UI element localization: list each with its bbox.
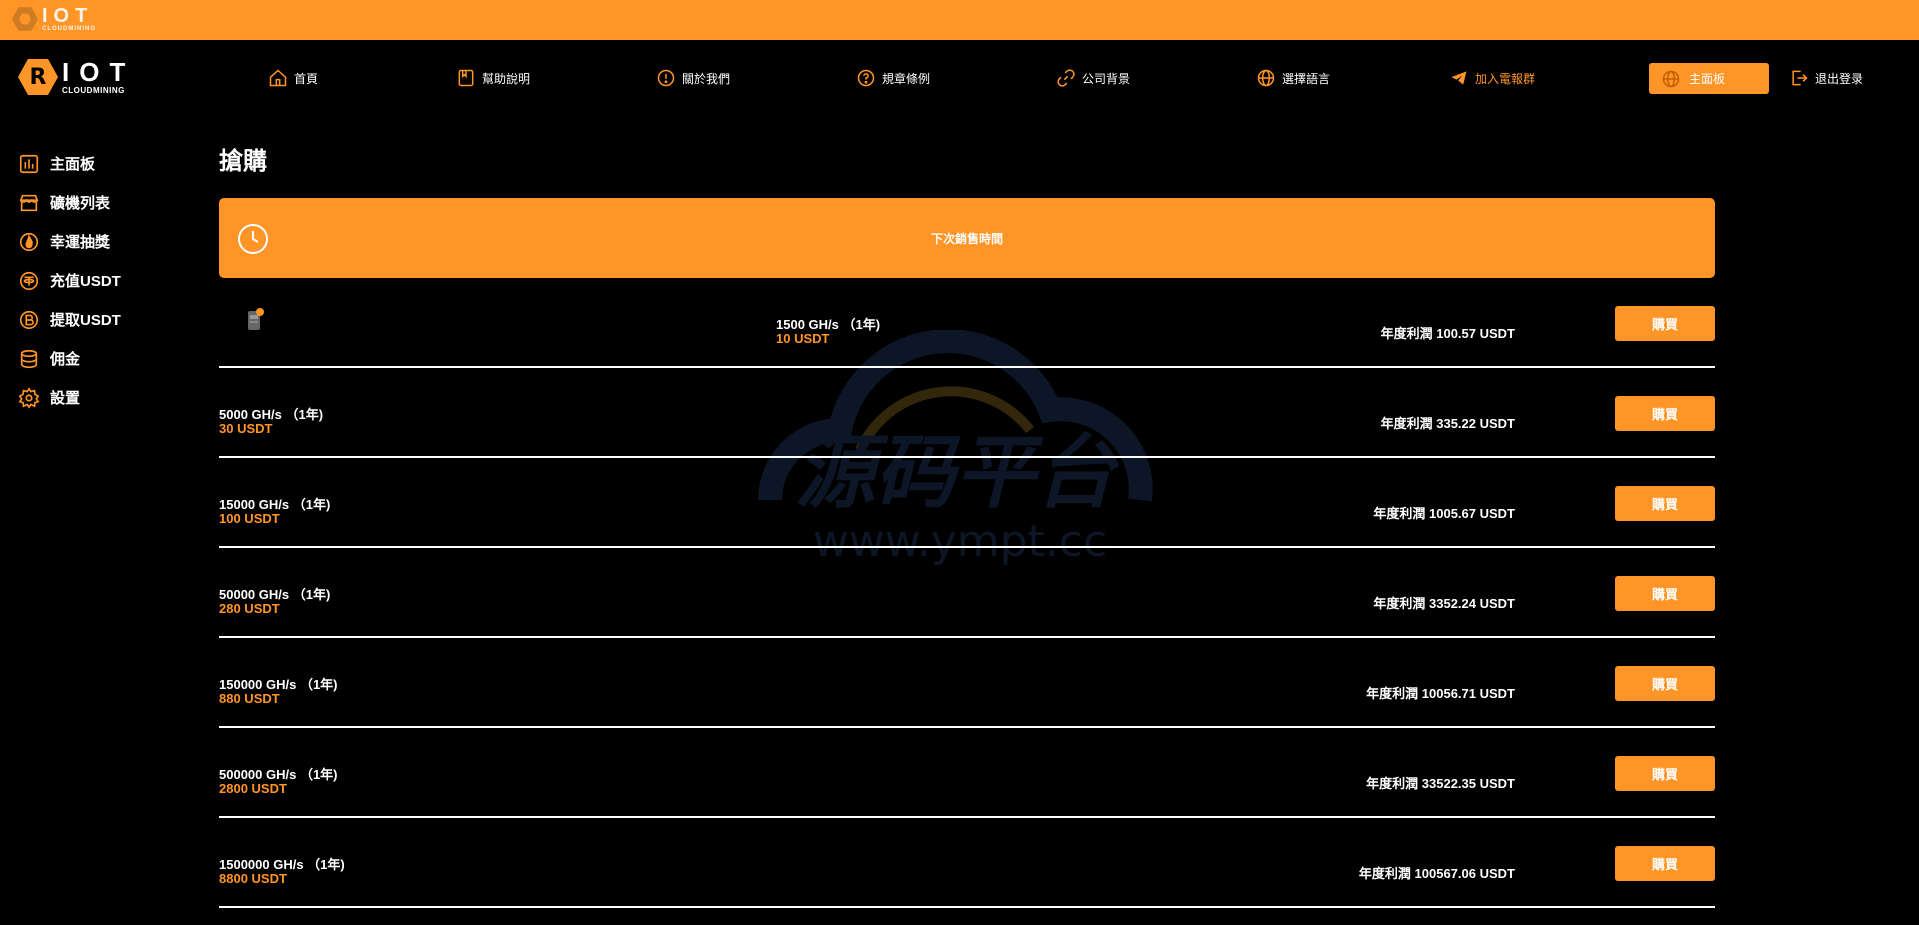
logout-link[interactable]: 退出登录: [1789, 67, 1863, 89]
store-icon: [18, 192, 40, 214]
price-text: 8800 USDT: [219, 871, 287, 886]
home-icon: [268, 68, 288, 88]
sale-timer-banner: 下次銷售時間: [219, 198, 1715, 278]
buy-button[interactable]: 購買: [1615, 756, 1715, 791]
link-icon: [1056, 68, 1076, 88]
sidebar-item-label: 幸運抽獎: [50, 231, 110, 252]
nav-about-label: 關於我們: [682, 70, 730, 87]
sidebar-item-withdraw[interactable]: 提取USDT: [18, 300, 198, 339]
gear-icon: [18, 387, 40, 409]
sidebar-item-miners[interactable]: 礦機列表: [18, 183, 198, 222]
nav-rules[interactable]: 規章條例: [856, 67, 930, 89]
top-logo-sub: CLOUDMINING: [42, 26, 96, 32]
sidebar-item-label: 礦機列表: [50, 192, 110, 213]
sidebar-item-commission[interactable]: 佣金: [18, 339, 198, 378]
sidebar-item-deposit[interactable]: 充值USDT: [18, 261, 198, 300]
logout-label: 退出登录: [1815, 70, 1863, 87]
header: R IOT CLOUDMINING 首頁 幫助說明 關於我們 規章條例 公司背景…: [0, 40, 1919, 116]
buy-button[interactable]: 購買: [1615, 486, 1715, 521]
nav-company[interactable]: 公司背景: [1056, 67, 1130, 89]
nav-telegram[interactable]: 加入電報群: [1449, 67, 1535, 89]
top-logo[interactable]: IOT CLOUDMINING: [12, 6, 96, 32]
product-row: 1500000 GH/s （1年) 8800 USDT 年度利潤 100567.…: [219, 818, 1715, 908]
page-title: 搶購: [219, 144, 1715, 180]
product-row: 150000 GH/s （1年) 880 USDT 年度利潤 10056.71 …: [219, 638, 1715, 728]
annual-profit-text: 年度利潤 1005.67 USDT: [1373, 503, 1515, 522]
buy-button[interactable]: 購買: [1615, 576, 1715, 611]
logo-subtext: CLOUDMINING: [62, 87, 135, 95]
sidebar-item-label: 設置: [50, 387, 80, 408]
flame-icon: [18, 231, 40, 253]
nav-language-label: 選擇語言: [1282, 70, 1330, 87]
annual-profit-text: 年度利潤 3352.24 USDT: [1373, 593, 1515, 612]
sidebar-item-label: 充值USDT: [50, 270, 121, 291]
tether-icon: [18, 270, 40, 292]
sidebar-item-label: 佣金: [50, 348, 80, 369]
nav-home[interactable]: 首頁: [268, 67, 318, 89]
sidebar-item-settings[interactable]: 設置: [18, 378, 198, 417]
sidebar-item-dashboard[interactable]: 主面板: [18, 144, 198, 183]
buy-button[interactable]: 購買: [1615, 846, 1715, 881]
logout-icon: [1789, 68, 1809, 88]
buy-button[interactable]: 購買: [1615, 666, 1715, 701]
info-circle-icon: [656, 68, 676, 88]
product-row: 15000 GH/s （1年) 100 USDT 年度利潤 1005.67 US…: [219, 458, 1715, 548]
nav-help-label: 幫助說明: [482, 70, 530, 87]
annual-profit-text: 年度利潤 10056.71 USDT: [1366, 683, 1515, 702]
annual-profit-text: 年度利潤 100.57 USDT: [1381, 323, 1515, 342]
product-row: 50000 GH/s （1年) 280 USDT 年度利潤 3352.24 US…: [219, 548, 1715, 638]
price-text: 30 USDT: [219, 421, 272, 436]
price-text: 880 USDT: [219, 691, 280, 706]
nav-language[interactable]: 選擇語言: [1256, 67, 1330, 89]
product-row: 500000 GH/s （1年) 2800 USDT 年度利潤 33522.35…: [219, 728, 1715, 818]
price-text: 100 USDT: [219, 511, 280, 526]
price-text: 2800 USDT: [219, 781, 287, 796]
product-row: 1500 GH/s （1年) 10 USDT 年度利潤 100.57 USDT …: [219, 278, 1715, 368]
nav-help[interactable]: 幫助說明: [456, 67, 530, 89]
price-text: 280 USDT: [219, 601, 280, 616]
globe-icon: [1661, 69, 1681, 89]
annual-profit-text: 年度利潤 335.22 USDT: [1381, 413, 1515, 432]
sidebar: 主面板 礦機列表 幸運抽獎 充值USDT 提取USDT 佣金 設置: [18, 144, 198, 417]
site-logo[interactable]: R IOT CLOUDMINING: [18, 57, 135, 97]
nav-about[interactable]: 關於我們: [656, 67, 730, 89]
dashboard-button[interactable]: 主面板: [1649, 63, 1769, 94]
product-row: 5000 GH/s （1年) 30 USDT 年度利潤 335.22 USDT …: [219, 368, 1715, 458]
hexagon-logo-icon: [12, 6, 38, 32]
sidebar-item-label: 主面板: [50, 153, 95, 174]
bar-chart-icon: [18, 153, 40, 175]
sidebar-item-lottery[interactable]: 幸運抽獎: [18, 222, 198, 261]
buy-button[interactable]: 購買: [1615, 306, 1715, 341]
help-book-icon: [456, 68, 476, 88]
buy-button[interactable]: 購買: [1615, 396, 1715, 431]
globe-icon: [1256, 68, 1276, 88]
nav-telegram-label: 加入電報群: [1475, 70, 1535, 87]
top-banner-bar: IOT CLOUDMINING: [0, 0, 1919, 40]
hexagon-logo-icon: R: [18, 57, 58, 97]
annual-profit-text: 年度利潤 33522.35 USDT: [1366, 773, 1515, 792]
coins-stack-icon: [18, 348, 40, 370]
next-sale-label: 下次銷售時間: [219, 230, 1715, 247]
sidebar-item-label: 提取USDT: [50, 309, 121, 330]
miner-device-icon: [245, 306, 265, 332]
logo-text: IOT: [62, 59, 135, 85]
nav-company-label: 公司背景: [1082, 70, 1130, 87]
main-content: 搶購 下次銷售時間 1500 GH/s （1年) 10 USDT 年度利潤 10…: [219, 144, 1715, 180]
telegram-icon: [1449, 68, 1469, 88]
nav-rules-label: 規章條例: [882, 70, 930, 87]
annual-profit-text: 年度利潤 100567.06 USDT: [1359, 863, 1515, 882]
price-text: 10 USDT: [776, 331, 829, 346]
bitcoin-icon: [18, 309, 40, 331]
nav-home-label: 首頁: [294, 70, 318, 87]
logo-letter: R: [30, 65, 47, 90]
top-logo-text: IOT: [42, 6, 96, 26]
question-circle-icon: [856, 68, 876, 88]
dashboard-button-label: 主面板: [1689, 70, 1725, 87]
